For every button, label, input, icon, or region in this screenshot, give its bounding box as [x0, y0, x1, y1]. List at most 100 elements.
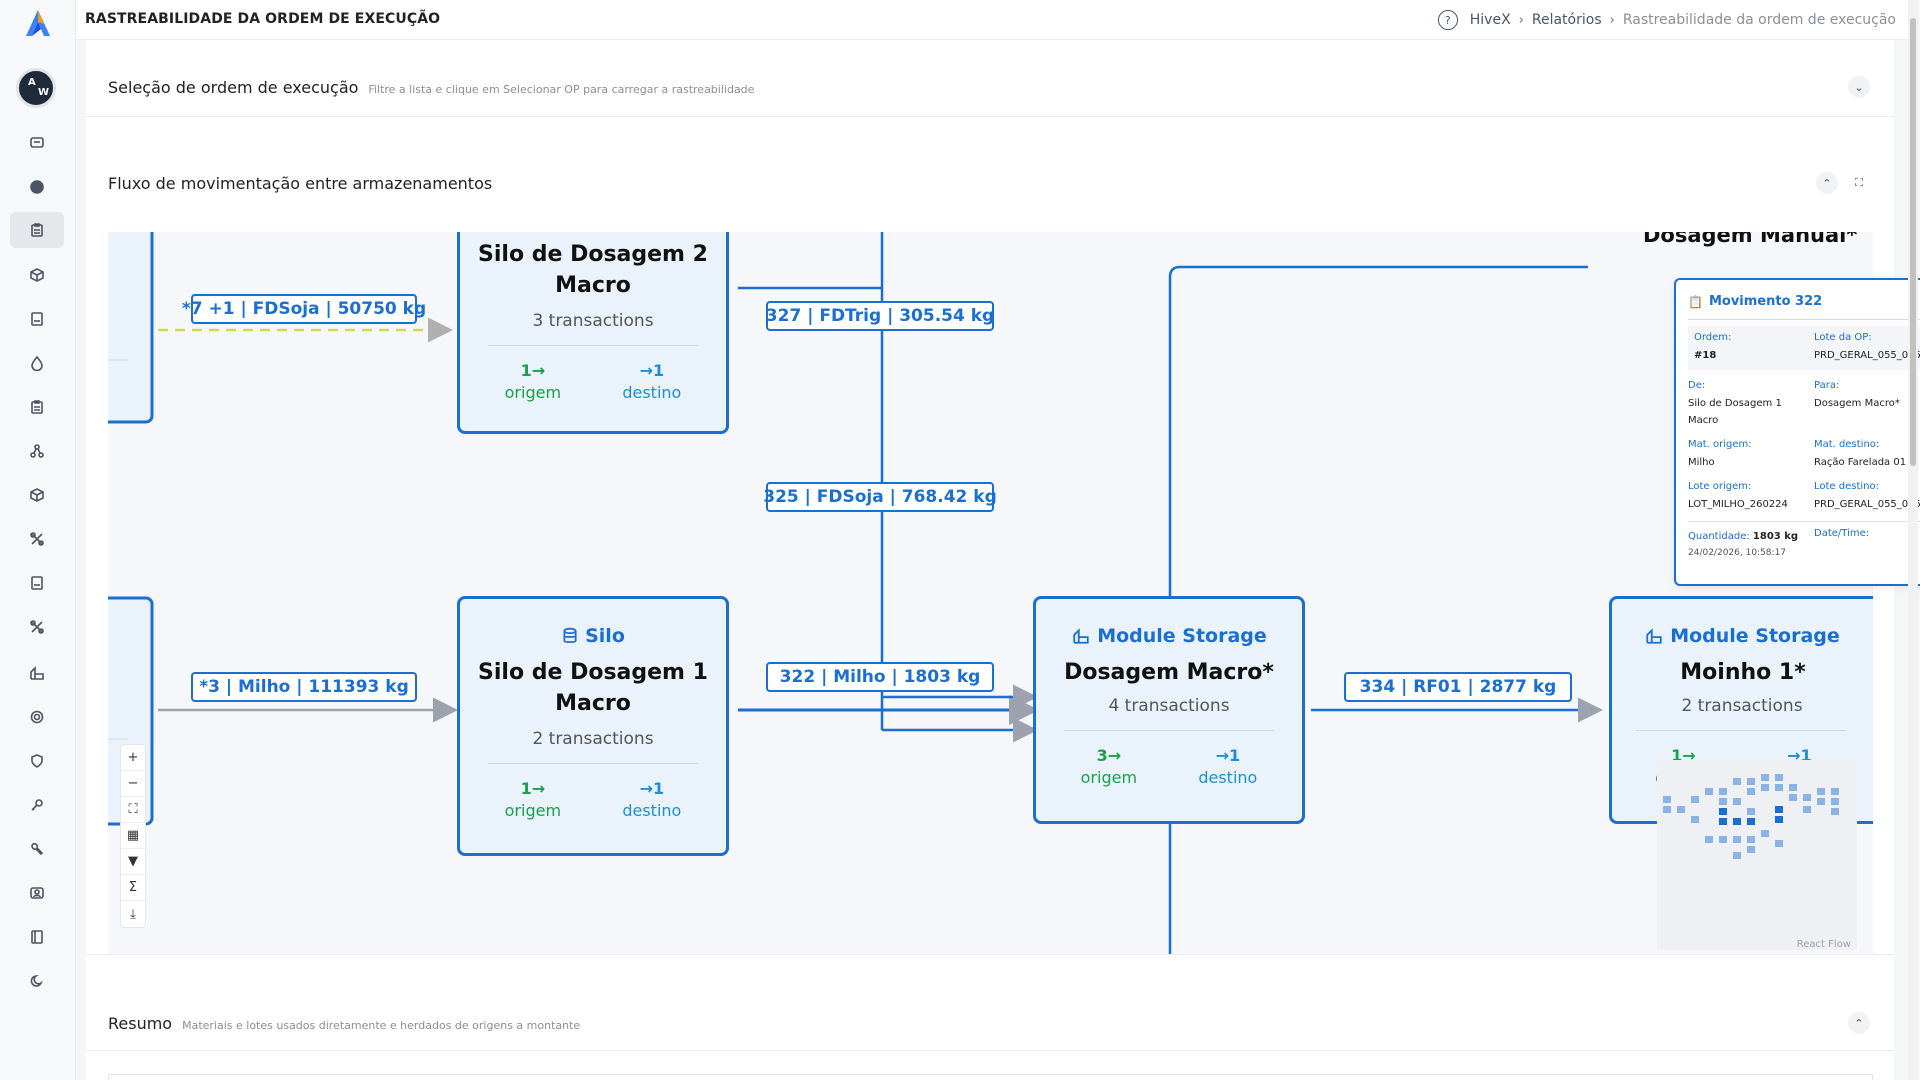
node-type: Silo: [460, 625, 726, 647]
summary-header: Resumo Materiais e lotes usados diretame…: [108, 1014, 580, 1033]
zoom-in-button[interactable]: +: [121, 745, 145, 771]
summary-title: Resumo: [108, 1014, 173, 1033]
clipboard-icon[interactable]: [10, 212, 64, 248]
node-transactions: 4 transactions: [1108, 696, 1230, 716]
divider: [86, 954, 1894, 955]
node-type: Module Storage: [1036, 625, 1302, 647]
expand-selection-button[interactable]: ⌄: [1848, 76, 1870, 98]
collapse-summary-button[interactable]: ⌃: [1848, 1012, 1870, 1034]
clipboard-icon: 📋: [1688, 294, 1703, 309]
fullscreen-icon[interactable]: ⛶: [1848, 172, 1870, 194]
edge-line[interactable]: [1168, 265, 1588, 598]
breadcrumb-hivex[interactable]: HiveX: [1470, 12, 1511, 28]
chat-icon[interactable]: [24, 130, 50, 156]
moon-icon[interactable]: [24, 968, 50, 994]
node-silo-dosagem-2[interactable]: Silo de Dosagem 2 Macro 3 transactions 1→…: [457, 232, 729, 434]
help-icon[interactable]: ?: [1437, 10, 1458, 30]
breadcrumb-relatorios[interactable]: Relatórios: [1532, 12, 1602, 28]
key-icon[interactable]: [24, 792, 50, 818]
selection-title: Seleção de ordem de execução: [108, 78, 359, 97]
partial-node-title: Dosagem Manual*: [1643, 232, 1857, 247]
divider: [86, 116, 1894, 117]
chevron-right-icon: ›: [1518, 12, 1524, 28]
box-icon[interactable]: [24, 262, 50, 288]
page-title: RASTREABILIDADE DA ORDEM DE EXECUÇÃO: [85, 11, 441, 27]
minimap[interactable]: [1657, 760, 1857, 950]
selection-subtitle: Filtre a lista e clique em Selecionar OP…: [368, 83, 755, 96]
settings-icon[interactable]: [24, 704, 50, 730]
zoom-out-button[interactable]: −: [121, 771, 145, 797]
stat-destino: →1destino: [622, 779, 682, 820]
edge-label[interactable]: 327 | FDTrig | 305.54 kg: [766, 301, 994, 331]
collapse-flow-button[interactable]: ⌃: [1816, 172, 1838, 194]
document-icon[interactable]: [24, 570, 50, 596]
user-card-icon[interactable]: [24, 880, 50, 906]
cube-icon[interactable]: [24, 482, 50, 508]
edge-label[interactable]: 322 | Milho | 1803 kg: [766, 662, 994, 692]
topbar: RASTREABILIDADE DA ORDEM DE EXECUÇÃO ? H…: [76, 0, 1908, 40]
clipboard-list-icon[interactable]: [24, 394, 50, 420]
edge-label[interactable]: *3 | Milho | 111393 kg: [191, 672, 417, 702]
factory-icon: [1073, 628, 1089, 644]
node-dosagem-macro[interactable]: Module Storage Dosagem Macro* 4 transact…: [1033, 596, 1305, 824]
node-separator: [1064, 730, 1274, 731]
node-separator: [488, 345, 698, 346]
chevron-right-icon: ›: [1609, 12, 1615, 28]
divider: [86, 1050, 1894, 1051]
breadcrumb: ? HiveX › Relatórios › Rastreabilidade d…: [1437, 10, 1896, 30]
node-separator: [1636, 730, 1846, 731]
tooltip-footer: Quantidade: 1803 kg 24/02/2026, 10:58:17…: [1688, 521, 1920, 562]
selection-header[interactable]: Seleção de ordem de execução Filtre a li…: [108, 78, 754, 97]
factory-icon: [1646, 628, 1662, 644]
file-icon[interactable]: [24, 306, 50, 332]
node-name: Moinho 1*: [1680, 660, 1806, 685]
flow-edges: Dosagem Manual*: [108, 232, 1873, 954]
wrench-icon[interactable]: [24, 836, 50, 862]
summary-table: [108, 1074, 1873, 1080]
panel-icon[interactable]: [24, 924, 50, 950]
summary-subtitle: Materiais e lotes usados diretamente e h…: [182, 1019, 581, 1032]
filter-button[interactable]: ▼: [121, 849, 145, 875]
node-name: Dosagem Macro*: [1064, 660, 1274, 685]
scrollbar[interactable]: [1908, 0, 1918, 1080]
node-transactions: 2 transactions: [532, 729, 654, 749]
flow-title: Fluxo de movimentação entre armazenament…: [108, 174, 493, 193]
stat-destino: →1destino: [622, 361, 682, 402]
node-separator: [488, 763, 698, 764]
flow-canvas[interactable]: Dosagem Manual* *7 +1 | FDSoja | 50750 k…: [108, 232, 1873, 954]
movement-tooltip: 📋 Movimento 322 Ordem: #18 Lote da OP: PRD…: [1674, 278, 1920, 586]
node-stats: 1→origem →1destino: [460, 778, 726, 822]
avatar[interactable]: A W: [16, 68, 56, 108]
grid-button[interactable]: ▦: [121, 823, 145, 849]
edge-label[interactable]: 325 | FDSoja | 768.42 kg: [763, 482, 997, 512]
node-transactions: 3 transactions: [532, 311, 654, 331]
edge-label[interactable]: *7 +1 | FDSoja | 50750 kg: [182, 294, 426, 324]
tooltip-details: De: Silo de Dosagem 1 Macro Para: Dosagem …: [1688, 380, 1920, 510]
edge-label[interactable]: 334 | RF01 | 2877 kg: [1344, 672, 1572, 702]
tools-icon[interactable]: [24, 526, 50, 552]
dashboard-icon[interactable]: [24, 174, 50, 200]
flow-header: Fluxo de movimentação entre armazenament…: [108, 174, 492, 193]
app-logo-icon[interactable]: [22, 8, 54, 40]
network-icon[interactable]: [24, 438, 50, 464]
shield-icon[interactable]: [24, 748, 50, 774]
tools-2-icon[interactable]: [24, 614, 50, 640]
avatar-initial: W: [38, 87, 50, 98]
sidebar: A W: [0, 0, 76, 1080]
drop-icon[interactable]: [24, 350, 50, 376]
partial-node-left-top[interactable]: [108, 232, 154, 424]
scrollbar-thumb[interactable]: [1910, 18, 1916, 466]
stat-origem: 3→ origem: [1080, 746, 1138, 787]
react-flow-attribution[interactable]: React Flow: [1797, 939, 1851, 950]
database-icon: [563, 627, 577, 643]
factory-icon[interactable]: [24, 660, 50, 686]
node-stats: 1→origem →1destino: [460, 360, 726, 404]
node-silo-dosagem-1[interactable]: Silo Silo de Dosagem 1 Macro 2 transactio…: [457, 596, 729, 856]
sum-button[interactable]: Σ: [121, 875, 145, 901]
breadcrumb-current: Rastreabilidade da ordem de execução: [1622, 12, 1896, 28]
node-transactions: 2 transactions: [1681, 696, 1803, 716]
download-button[interactable]: ⤓: [121, 901, 145, 927]
fit-view-button[interactable]: ⛶: [121, 797, 145, 823]
stat-origem: 1→origem: [504, 779, 562, 820]
tooltip-title: 📋 Movimento 322: [1688, 294, 1920, 320]
